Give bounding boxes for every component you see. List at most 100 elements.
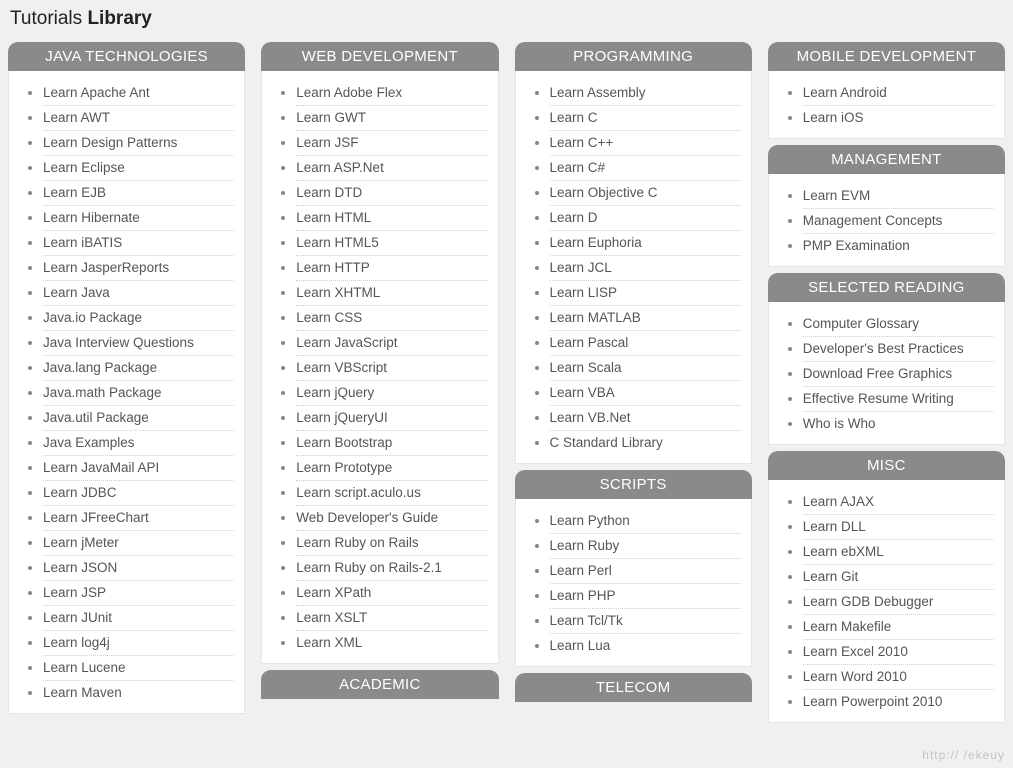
tutorial-link[interactable]: PMP Examination: [803, 238, 910, 253]
tutorial-link[interactable]: Learn D: [550, 210, 598, 225]
tutorial-link[interactable]: Who is Who: [803, 416, 876, 431]
tutorial-link[interactable]: Learn jMeter: [43, 535, 119, 550]
list-item: Learn Tcl/Tk: [550, 609, 741, 634]
tutorial-link[interactable]: Learn log4j: [43, 635, 110, 650]
tutorial-link[interactable]: Learn HTML5: [296, 235, 379, 250]
tutorial-link[interactable]: Learn iBATIS: [43, 235, 122, 250]
tutorial-link[interactable]: Learn Scala: [550, 360, 622, 375]
tutorial-link[interactable]: Learn Word 2010: [803, 669, 907, 684]
tutorial-link[interactable]: Learn EJB: [43, 185, 106, 200]
tutorial-link[interactable]: Web Developer's Guide: [296, 510, 438, 525]
tutorial-link[interactable]: Learn Git: [803, 569, 859, 584]
tutorial-link[interactable]: Learn GWT: [296, 110, 366, 125]
tutorial-link[interactable]: Learn JDBC: [43, 485, 117, 500]
tutorial-link[interactable]: Learn Perl: [550, 563, 612, 578]
tutorial-link[interactable]: Learn MATLAB: [550, 310, 641, 325]
tutorial-link[interactable]: Learn Maven: [43, 685, 122, 700]
tutorial-link[interactable]: Learn script.aculo.us: [296, 485, 421, 500]
tutorial-link[interactable]: Learn Prototype: [296, 460, 392, 475]
tutorial-link[interactable]: Computer Glossary: [803, 316, 919, 331]
tutorial-link[interactable]: Java.lang Package: [43, 360, 157, 375]
panel-header: MISC: [768, 451, 1005, 480]
tutorial-link[interactable]: Learn ASP.Net: [296, 160, 384, 175]
tutorial-link[interactable]: Learn Pascal: [550, 335, 629, 350]
tutorial-link[interactable]: Learn Assembly: [550, 85, 646, 100]
list-item: Learn EVM: [803, 184, 994, 209]
tutorial-link[interactable]: Learn AWT: [43, 110, 110, 125]
tutorial-link[interactable]: Learn jQueryUI: [296, 410, 388, 425]
tutorial-link[interactable]: Learn C++: [550, 135, 614, 150]
tutorial-link[interactable]: Learn AJAX: [803, 494, 874, 509]
tutorial-link[interactable]: Learn JCL: [550, 260, 612, 275]
tutorial-link[interactable]: Learn Design Patterns: [43, 135, 177, 150]
tutorial-link[interactable]: Learn Euphoria: [550, 235, 642, 250]
tutorial-link[interactable]: Learn JFreeChart: [43, 510, 149, 525]
tutorial-link[interactable]: Learn GDB Debugger: [803, 594, 934, 609]
tutorial-link[interactable]: Download Free Graphics: [803, 366, 952, 381]
tutorial-link[interactable]: Learn JSP: [43, 585, 106, 600]
tutorial-link[interactable]: Learn JasperReports: [43, 260, 169, 275]
list-item: Learn Ruby: [550, 534, 741, 559]
tutorial-link[interactable]: Learn XPath: [296, 585, 371, 600]
tutorial-link[interactable]: Effective Resume Writing: [803, 391, 954, 406]
panel: TELECOM: [515, 673, 752, 702]
tutorial-link[interactable]: Java.math Package: [43, 385, 162, 400]
tutorial-link[interactable]: Learn XSLT: [296, 610, 367, 625]
tutorial-link[interactable]: Learn Java: [43, 285, 110, 300]
tutorial-link[interactable]: Learn VBA: [550, 385, 615, 400]
tutorial-link[interactable]: Learn Ruby on Rails-2.1: [296, 560, 442, 575]
tutorial-link[interactable]: Learn DLL: [803, 519, 866, 534]
tutorial-link[interactable]: Java Examples: [43, 435, 135, 450]
tutorial-link[interactable]: Learn Tcl/Tk: [550, 613, 623, 628]
tutorial-link[interactable]: Learn Lucene: [43, 660, 126, 675]
tutorial-link[interactable]: C Standard Library: [550, 435, 663, 450]
tutorial-link[interactable]: Learn C#: [550, 160, 606, 175]
list-item: Learn PHP: [550, 584, 741, 609]
tutorial-link[interactable]: Learn Adobe Flex: [296, 85, 402, 100]
list-item: Learn Lua: [550, 634, 741, 658]
tutorial-link[interactable]: Learn XML: [296, 635, 362, 650]
tutorial-link[interactable]: Learn Lua: [550, 638, 611, 653]
tutorial-link[interactable]: Learn Bootstrap: [296, 435, 392, 450]
tutorial-link[interactable]: Learn Hibernate: [43, 210, 140, 225]
tutorial-link[interactable]: Learn iOS: [803, 110, 864, 125]
tutorial-link[interactable]: Learn C: [550, 110, 598, 125]
tutorial-link[interactable]: Learn Powerpoint 2010: [803, 694, 943, 709]
list-item: Who is Who: [803, 412, 994, 436]
tutorial-link[interactable]: Learn HTTP: [296, 260, 370, 275]
tutorial-link[interactable]: Developer's Best Practices: [803, 341, 964, 356]
tutorial-link[interactable]: Learn Apache Ant: [43, 85, 150, 100]
list-item: Learn CSS: [296, 306, 487, 331]
tutorial-link[interactable]: Learn Excel 2010: [803, 644, 908, 659]
tutorial-link[interactable]: Learn VBScript: [296, 360, 387, 375]
tutorial-link[interactable]: Learn Android: [803, 85, 887, 100]
tutorial-link[interactable]: Learn Objective C: [550, 185, 658, 200]
tutorial-link[interactable]: Learn JSF: [296, 135, 358, 150]
tutorial-link[interactable]: Learn PHP: [550, 588, 616, 603]
tutorial-link[interactable]: Learn JSON: [43, 560, 117, 575]
tutorial-link[interactable]: Java.util Package: [43, 410, 149, 425]
tutorial-link[interactable]: Learn Python: [550, 513, 630, 528]
tutorial-link[interactable]: Learn JavaScript: [296, 335, 397, 350]
tutorial-link[interactable]: Java Interview Questions: [43, 335, 194, 350]
tutorial-link[interactable]: Learn Ruby: [550, 538, 620, 553]
list-item: Learn HTML: [296, 206, 487, 231]
tutorial-link[interactable]: Learn DTD: [296, 185, 362, 200]
tutorial-link[interactable]: Java.io Package: [43, 310, 142, 325]
tutorial-link[interactable]: Learn EVM: [803, 188, 871, 203]
tutorial-link[interactable]: Learn VB.Net: [550, 410, 631, 425]
list-item: Learn Powerpoint 2010: [803, 690, 994, 714]
tutorial-link[interactable]: Learn XHTML: [296, 285, 380, 300]
tutorial-link[interactable]: Management Concepts: [803, 213, 943, 228]
tutorial-link[interactable]: Learn HTML: [296, 210, 371, 225]
tutorial-link[interactable]: Learn LISP: [550, 285, 618, 300]
tutorial-link[interactable]: Learn Ruby on Rails: [296, 535, 418, 550]
tutorial-link[interactable]: Learn ebXML: [803, 544, 884, 559]
tutorial-link[interactable]: Learn Makefile: [803, 619, 892, 634]
tutorial-link[interactable]: Learn JUnit: [43, 610, 112, 625]
page-title-light: Tutorials: [10, 8, 87, 29]
tutorial-link[interactable]: Learn CSS: [296, 310, 362, 325]
tutorial-link[interactable]: Learn JavaMail API: [43, 460, 159, 475]
tutorial-link[interactable]: Learn Eclipse: [43, 160, 125, 175]
tutorial-link[interactable]: Learn jQuery: [296, 385, 374, 400]
